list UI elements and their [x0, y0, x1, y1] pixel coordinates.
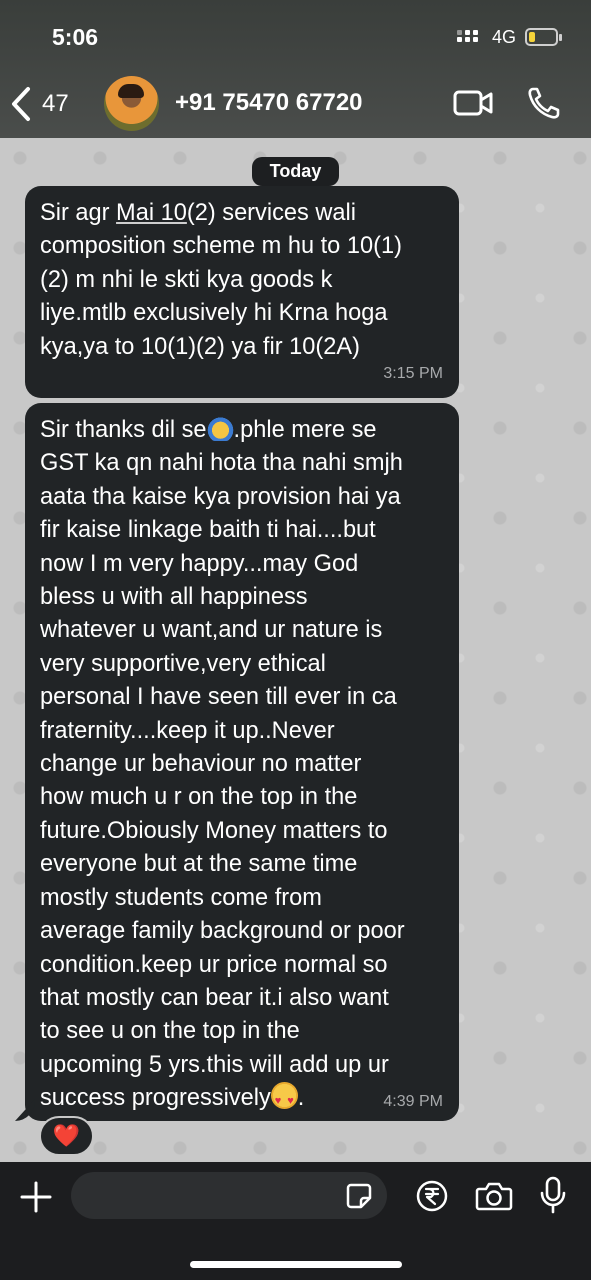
- message-time: 3:15 PM: [383, 365, 443, 382]
- rupee-icon[interactable]: [416, 1180, 448, 1212]
- video-call-icon[interactable]: [453, 88, 493, 118]
- sticker-icon[interactable]: [345, 1182, 373, 1210]
- date-separator: Today: [252, 157, 339, 186]
- phone-icon[interactable]: [527, 86, 561, 120]
- unread-count: 47: [42, 90, 69, 117]
- message-text: Sir agr Mai 10(2) services wali composit…: [40, 200, 402, 360]
- microphone-icon[interactable]: [539, 1176, 567, 1214]
- message-bubble[interactable]: Sir thanks dil se .phle mere se GST ka qn…: [25, 403, 459, 1121]
- back-button[interactable]: 47: [10, 84, 82, 124]
- avatar[interactable]: [104, 76, 159, 131]
- message-input[interactable]: [71, 1172, 387, 1219]
- plus-icon[interactable]: [18, 1179, 54, 1215]
- message-time: 4:39 PM: [383, 1093, 443, 1110]
- chat-area[interactable]: Today Sir agr Mai 10(2) services wali co…: [0, 138, 591, 1162]
- heart-eyes-emoji-icon: [270, 1082, 298, 1119]
- message-link[interactable]: Mai 10: [116, 200, 187, 226]
- network-type: 4G: [492, 27, 517, 47]
- battery-icon: [525, 28, 562, 46]
- camera-icon[interactable]: [475, 1180, 513, 1212]
- home-indicator: [190, 1261, 402, 1268]
- folded-hands-emoji-icon: [206, 414, 234, 441]
- cellular-signal-icon: [457, 30, 487, 48]
- contact-name[interactable]: +91 75470 67720: [175, 89, 363, 117]
- status-time: 5:06: [52, 24, 99, 50]
- chevron-left-icon: [12, 87, 30, 121]
- reaction-badge[interactable]: ❤️: [39, 1116, 94, 1156]
- composer-bar: [0, 1162, 591, 1280]
- chat-header: 5:06 4G 47 +91 75470 67720: [0, 0, 591, 138]
- message-text: Sir thanks dil se .phle mere se GST ka qn…: [40, 414, 450, 1119]
- message-bubble[interactable]: Sir agr Mai 10(2) services wali composit…: [25, 186, 459, 398]
